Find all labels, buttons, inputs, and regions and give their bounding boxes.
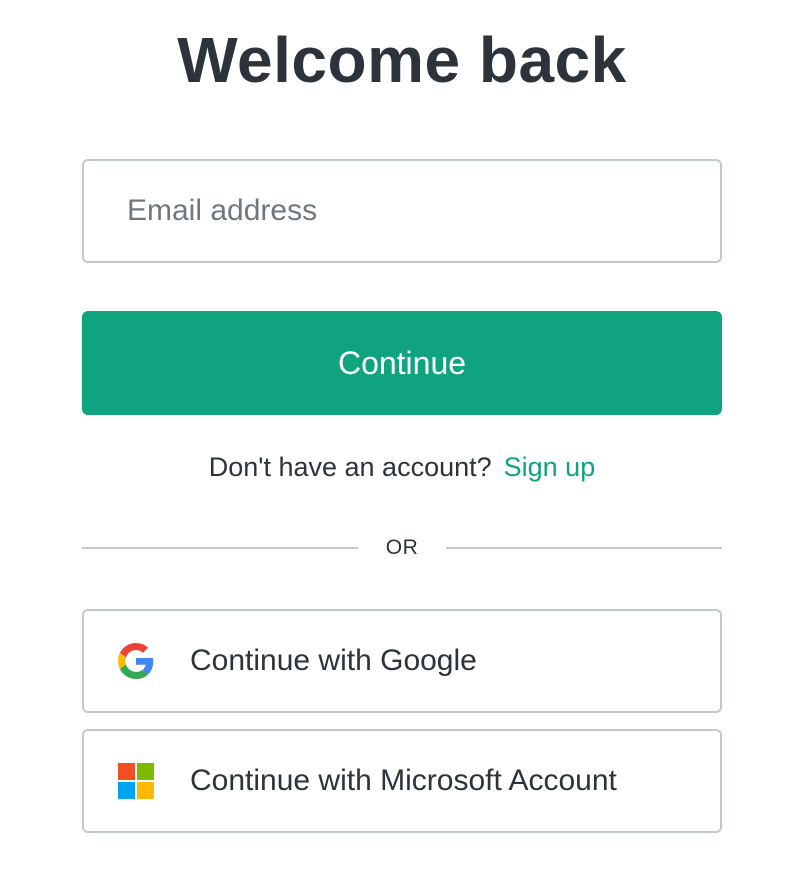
signup-link[interactable]: Sign up <box>504 452 596 482</box>
email-input[interactable] <box>127 161 720 261</box>
divider-line-right <box>446 547 722 549</box>
microsoft-button-label: Continue with Microsoft Account <box>190 764 617 797</box>
signup-prompt-text: Don't have an account? <box>208 452 492 482</box>
page-title: Welcome back <box>177 24 627 96</box>
continue-with-google-button[interactable]: Continue with Google <box>82 609 722 713</box>
signup-prompt-row: Don't have an account? Sign up <box>0 448 804 486</box>
continue-button[interactable]: Continue <box>82 311 722 415</box>
google-logo-icon <box>117 642 155 680</box>
login-page: Welcome back Continue Don't have an acco… <box>0 0 804 888</box>
ms-logo-green-square <box>137 763 154 780</box>
ms-logo-red-square <box>118 763 135 780</box>
ms-logo-yellow-square <box>137 782 154 799</box>
email-field[interactable] <box>82 159 722 263</box>
ms-logo-blue-square <box>118 782 135 799</box>
or-divider: OR <box>82 532 722 564</box>
microsoft-logo-icon <box>117 762 155 800</box>
divider-label: OR <box>385 536 419 559</box>
divider-line-left <box>82 547 358 549</box>
continue-with-microsoft-button[interactable]: Continue with Microsoft Account <box>82 729 722 833</box>
google-button-label: Continue with Google <box>190 644 477 677</box>
